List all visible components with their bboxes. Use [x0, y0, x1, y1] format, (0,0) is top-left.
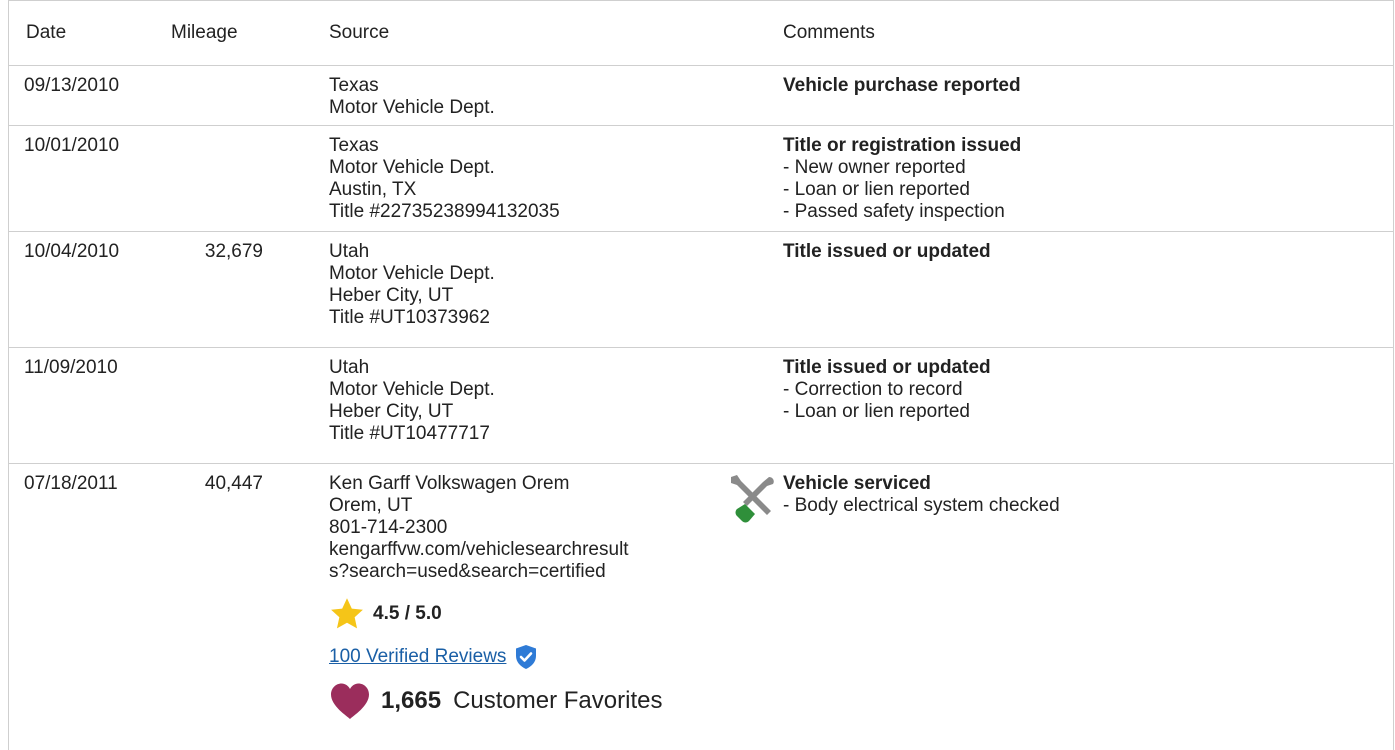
row-icon-cell	[731, 231, 783, 348]
row-date: 10/01/2010	[9, 125, 153, 232]
table-row: 10/04/2010 32,679 Utah Motor Vehicle Dep…	[9, 231, 1393, 348]
favorites-label: Customer Favorites	[453, 687, 663, 714]
comment-title: Vehicle serviced	[783, 473, 931, 494]
row-source: Ken Garff Volkswagen Orem Orem, UT 801-7…	[301, 464, 731, 729]
source-line: Utah	[329, 357, 370, 378]
comment-item: - Loan or lien reported	[783, 179, 970, 200]
row-date: 09/13/2010	[9, 65, 153, 126]
source-line: Texas	[329, 75, 379, 96]
column-header-source: Source	[301, 0, 731, 66]
column-header-comments: Comments	[783, 0, 1393, 66]
row-comments: Title issued or updated	[783, 231, 1393, 348]
source-line: Utah	[329, 241, 370, 262]
source-line: Motor Vehicle Dept.	[329, 157, 495, 178]
source-line: 801-714-2300	[329, 517, 448, 538]
comment-title: Title issued or updated	[783, 357, 991, 378]
source-line: Heber City, UT	[329, 401, 454, 422]
source-line: Title #UT10373962	[329, 307, 490, 328]
source-line: Orem, UT	[329, 495, 413, 516]
row-mileage	[153, 347, 301, 464]
comment-title: Vehicle purchase reported	[783, 75, 1021, 96]
column-header-icon	[731, 0, 783, 66]
row-source: Utah Motor Vehicle Dept. Heber City, UT …	[301, 347, 731, 464]
dealer-website-text: kengarffvw.com/vehiclesearchresults?sear…	[329, 539, 629, 582]
source-line: Ken Garff Volkswagen Orem	[329, 473, 570, 494]
row-date: 07/18/2011	[24, 473, 118, 494]
star-icon	[331, 598, 363, 629]
row-icon-cell	[731, 464, 783, 729]
table-row: 11/09/2010 Utah Motor Vehicle Dept. Hebe…	[9, 347, 1393, 464]
row-source: Texas Motor Vehicle Dept.	[301, 65, 731, 126]
column-header-mileage: Mileage	[153, 0, 301, 66]
service-tools-icon	[731, 475, 774, 523]
comment-title: Title issued or updated	[783, 241, 991, 262]
comment-item: - New owner reported	[783, 157, 966, 178]
source-line: Texas	[329, 135, 379, 156]
comment-title: Title or registration issued	[783, 135, 1022, 156]
row-comments: Title or registration issued - New owner…	[783, 125, 1393, 232]
history-table-frame: Date Mileage Source Comments 09/13/2010 …	[8, 0, 1394, 750]
row-mileage: 32,679	[153, 231, 301, 348]
row-date: 11/09/2010	[9, 347, 153, 464]
row-comments: Title issued or updated - Correction to …	[783, 347, 1393, 464]
row-date: 10/04/2010	[9, 231, 153, 348]
row-comments: Vehicle purchase reported	[783, 65, 1393, 126]
source-line: Motor Vehicle Dept.	[329, 263, 495, 284]
column-header-date: Date	[9, 0, 153, 66]
customer-favorites: 1,665 Customer Favorites	[329, 681, 731, 721]
row-mileage	[153, 65, 301, 126]
source-line: Motor Vehicle Dept.	[329, 379, 495, 400]
source-line: Motor Vehicle Dept.	[329, 97, 495, 118]
row-source: Texas Motor Vehicle Dept. Austin, TX Tit…	[301, 125, 731, 232]
row-icon-cell	[731, 65, 783, 126]
vehicle-history-table: Date Mileage Source Comments 09/13/2010 …	[9, 0, 1393, 729]
source-line: Title #22735238994132035	[329, 201, 560, 222]
comment-item: - Loan or lien reported	[783, 401, 970, 422]
verified-shield-icon	[516, 645, 537, 669]
row-icon-cell	[731, 347, 783, 464]
comment-item: - Body electrical system checked	[783, 495, 1060, 516]
row-comments: Vehicle serviced - Body electrical syste…	[783, 464, 1393, 729]
source-line: Title #UT10477717	[329, 423, 490, 444]
dealer-reviews: 100 Verified Reviews	[329, 643, 731, 671]
source-line: Heber City, UT	[329, 285, 454, 306]
verified-reviews-link[interactable]: 100 Verified Reviews	[329, 646, 506, 668]
row-source: Utah Motor Vehicle Dept. Heber City, UT …	[301, 231, 731, 348]
row-icon-cell	[731, 125, 783, 232]
row-mileage	[153, 125, 301, 232]
favorites-count: 1,665	[381, 687, 442, 714]
row-mileage: 40,447	[204, 473, 263, 494]
dealer-rating: 4.5 / 5.0	[329, 595, 731, 633]
comment-item: - Correction to record	[783, 379, 963, 400]
heart-icon	[331, 683, 369, 719]
table-row: 09/13/2010 Texas Motor Vehicle Dept. Veh…	[9, 65, 1393, 126]
table-header-row: Date Mileage Source Comments	[9, 0, 1393, 66]
rating-value: 4.5 / 5.0	[373, 603, 442, 624]
table-row: 10/01/2010 Texas Motor Vehicle Dept. Aus…	[9, 125, 1393, 232]
comment-item: - Passed safety inspection	[783, 201, 1005, 222]
source-line: Austin, TX	[329, 179, 417, 200]
table-row: 07/18/2011 40,447 Ken Garff Volkswagen O…	[9, 464, 1393, 729]
